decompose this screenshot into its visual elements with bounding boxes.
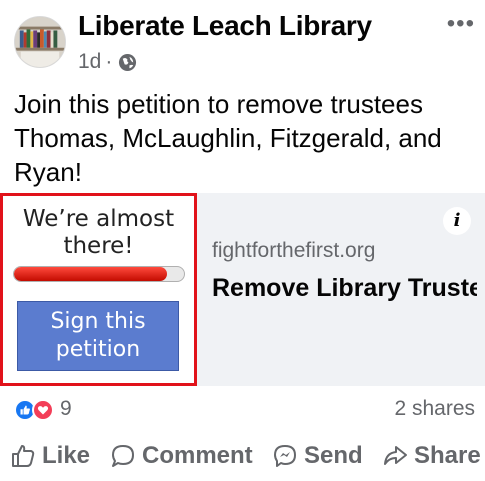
like-label: Like	[42, 442, 91, 469]
send-label: Send	[304, 442, 363, 469]
page-avatar[interactable]	[14, 16, 66, 68]
thumbs-up-icon	[12, 445, 35, 467]
bookshelf-avatar-image	[15, 17, 65, 67]
send-button[interactable]: Send	[272, 442, 363, 470]
petition-progress-bar	[13, 266, 185, 282]
comment-button[interactable]: Comment	[110, 442, 253, 470]
thumbnail-title: We’re almost there!	[22, 206, 175, 259]
sign-petition-button: Sign this petition	[17, 301, 179, 371]
love-icon	[32, 399, 54, 421]
link-preview-card[interactable]: We’re almost there! Sign this petition f…	[0, 193, 485, 386]
share-button[interactable]: Share	[382, 442, 481, 470]
engagement-bar: 9 2 shares	[0, 392, 485, 428]
reaction-count[interactable]: 9	[60, 397, 72, 421]
link-title[interactable]: Remove Library Trustees Liz Thom…	[212, 271, 477, 305]
comment-label: Comment	[142, 442, 253, 469]
comment-icon	[112, 445, 134, 467]
link-domain: fightforthefirst.org	[212, 239, 376, 262]
post-header: Liberate Leach Library 1d · •••	[0, 0, 485, 82]
post-text: Join this petition to remove trustees Th…	[14, 89, 442, 187]
petition-progress-fill	[14, 267, 167, 281]
shares-count[interactable]: 2 shares	[394, 397, 475, 421]
page-name[interactable]: Liberate Leach Library	[78, 10, 372, 42]
share-label: Share	[414, 442, 481, 469]
post-time[interactable]: 1d	[78, 50, 101, 74]
more-options-icon[interactable]: •••	[447, 10, 475, 38]
globe-icon	[119, 53, 137, 71]
link-thumbnail[interactable]: We’re almost there! Sign this petition	[0, 193, 197, 386]
meta-separator: ·	[105, 50, 113, 73]
post-meta: 1d ·	[78, 50, 137, 74]
messenger-icon	[274, 445, 296, 467]
action-bar: Like Comment Send Share	[0, 434, 485, 481]
reaction-icons[interactable]	[14, 399, 54, 421]
info-icon[interactable]: i	[443, 207, 471, 235]
share-icon	[384, 446, 407, 465]
like-button[interactable]: Like	[10, 442, 90, 470]
